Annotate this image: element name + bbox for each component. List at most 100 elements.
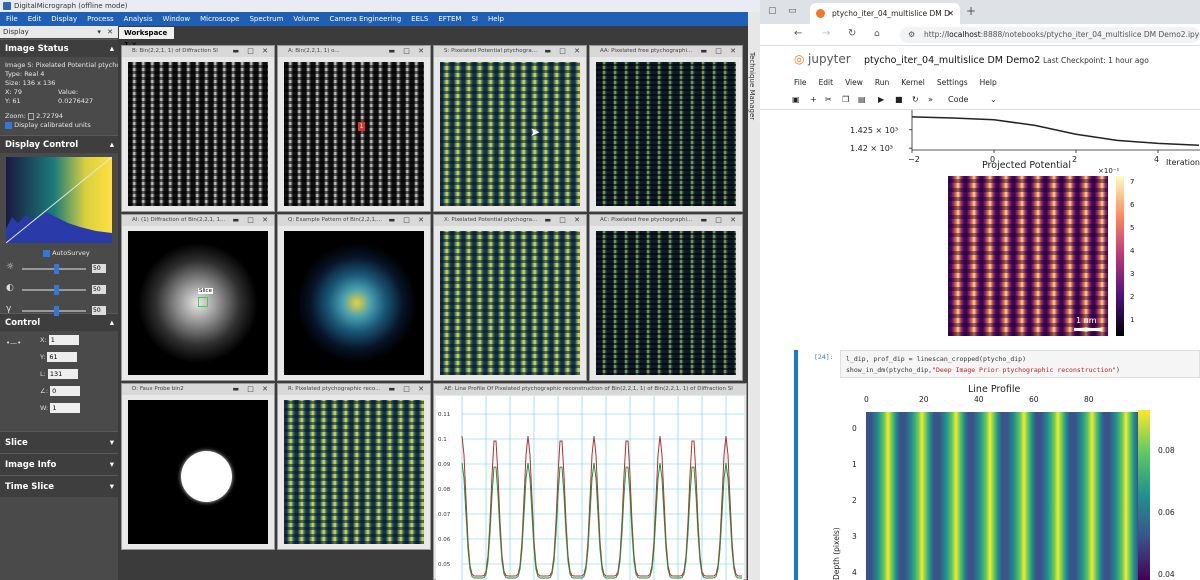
expand-icon[interactable]: ▾ bbox=[110, 432, 114, 454]
image-display[interactable]: 1 bbox=[284, 62, 424, 206]
dm-menu-item[interactable]: Help bbox=[488, 12, 504, 26]
jupyter-menu-item[interactable]: Edit bbox=[819, 76, 834, 90]
window-controls-icon[interactable]: ▬ □ ✕ bbox=[232, 384, 271, 395]
code-cell-input[interactable]: l_dip, prof_dip = linescan_cropped(ptych… bbox=[840, 350, 1200, 378]
browser-tab-active[interactable]: ptycho_iter_04_multislice DM D ✕ bbox=[810, 3, 960, 24]
window-titlebar[interactable]: D: Faux Probe bin2 ▬ □ ✕ bbox=[122, 384, 274, 395]
zoom-spinner-icon[interactable] bbox=[28, 112, 35, 120]
jupyter-menu-item[interactable]: Help bbox=[980, 76, 997, 90]
save-icon[interactable]: ▣ bbox=[792, 90, 800, 110]
image-display[interactable]: ➤ bbox=[440, 62, 580, 206]
address-bar[interactable]: ⚙ http://localhost:8888/notebooks/ptycho… bbox=[900, 27, 1200, 43]
window-controls-icon[interactable]: ▬ □ ✕ bbox=[232, 215, 271, 226]
window-controls-icon[interactable]: ▬ □ ✕ bbox=[544, 46, 583, 57]
slice-heading[interactable]: Slice ▾ bbox=[0, 431, 118, 453]
notebook-name[interactable]: ptycho_iter_04_multislice DM Demo2 bbox=[864, 55, 1040, 66]
jupyter-menu-item[interactable]: Kernel bbox=[901, 76, 925, 90]
jupyter-logo-text[interactable]: jupyter bbox=[808, 52, 851, 66]
image-window-d[interactable]: D: Faux Probe bin2 ▬ □ ✕ bbox=[121, 383, 275, 550]
histogram-plot[interactable] bbox=[6, 157, 112, 243]
window-controls-icon[interactable]: ▬ □ ✕ bbox=[544, 215, 583, 226]
chevron-down-icon[interactable]: ⌄ bbox=[990, 90, 997, 110]
window-controls-icon[interactable]: ▬ □ ✕ bbox=[700, 215, 739, 226]
window-titlebar[interactable]: AA: Pixelated free ptychographi... ▬ □ ✕ bbox=[590, 46, 742, 57]
window-titlebar[interactable]: X: Pixelated Potential ptychogra... ▬ □ ✕ bbox=[434, 215, 586, 226]
contrast-value[interactable]: 50 bbox=[92, 285, 106, 294]
image-window-a[interactable]: A: Bin(2,2,1, 1) o... ▬ □ ✕ 1 bbox=[277, 45, 431, 212]
window-controls-icon[interactable]: ▬ □ ✕ bbox=[232, 46, 271, 57]
image-window-b[interactable]: B: Bin(2,2,1, 1) of Diffraction SI ▬ □ ✕ bbox=[121, 45, 275, 212]
reload-icon[interactable]: ↻ bbox=[848, 28, 856, 39]
stop-icon[interactable]: ■ bbox=[895, 90, 903, 110]
new-tab-icon[interactable]: + bbox=[966, 4, 976, 18]
control-x-field[interactable]: 1 bbox=[48, 335, 79, 345]
dm-menu-item[interactable]: Analysis bbox=[124, 12, 153, 26]
image-info-heading[interactable]: Image Info ▾ bbox=[0, 453, 118, 475]
image-window-aa[interactable]: AA: Pixelated free ptychographi... ▬ □ ✕ bbox=[589, 45, 743, 212]
dm-menu-item[interactable]: File bbox=[6, 12, 18, 26]
image-display[interactable]: Slice bbox=[128, 231, 268, 375]
image-display[interactable] bbox=[284, 231, 424, 375]
cell-type-select[interactable]: Code bbox=[948, 90, 968, 110]
image-window-ac[interactable]: AC: Pixelated free ptychographi... ▬ □ ✕ bbox=[589, 214, 743, 381]
window-controls-icon[interactable]: ▬ □ ✕ bbox=[388, 384, 427, 395]
brightness-value[interactable]: 50 bbox=[92, 264, 106, 273]
image-window-s[interactable]: S: Pixelated Potential ptychogra... ▬ □ ✕… bbox=[433, 45, 587, 212]
tab-search-icon[interactable]: ▭ bbox=[788, 6, 797, 16]
dm-menu-item[interactable]: SI bbox=[471, 12, 478, 26]
dm-menu-item[interactable]: Volume bbox=[293, 12, 319, 26]
window-titlebar[interactable]: B: Bin(2,2,1, 1) of Diffraction SI ▬ □ ✕ bbox=[122, 46, 274, 57]
window-titlebar[interactable]: AE: Line Profile Of Pixelated ptychograp… bbox=[434, 384, 746, 395]
jupyter-menu-item[interactable]: View bbox=[845, 76, 863, 90]
copy-icon[interactable]: ❐ bbox=[842, 90, 849, 110]
time-slice-heading[interactable]: Time Slice ▾ bbox=[0, 475, 118, 497]
window-titlebar[interactable]: AI: (1) Diffraction of Bin(2,2,1, 1... ▬ … bbox=[122, 215, 274, 226]
control-y-field[interactable]: 61 bbox=[47, 352, 78, 362]
window-controls-icon[interactable]: ▬ □ ✕ bbox=[700, 46, 739, 57]
window-titlebar[interactable]: R: Pixelated ptychographic reco... ▬ □ ✕ bbox=[278, 384, 430, 395]
gamma-thumb[interactable] bbox=[54, 306, 59, 316]
calibrated-checkbox[interactable] bbox=[5, 121, 12, 129]
image-display[interactable] bbox=[128, 400, 268, 544]
insert-cell-icon[interactable]: + bbox=[810, 90, 817, 110]
tab-group-icon[interactable]: ▢ bbox=[768, 6, 777, 16]
image-window-q[interactable]: Q: Example Pattern of Bin(2,2,1,... ▬ □ ✕ bbox=[277, 214, 431, 381]
back-icon[interactable]: ← bbox=[794, 28, 802, 39]
image-display[interactable] bbox=[284, 400, 424, 544]
dm-menu-item[interactable]: Process bbox=[87, 12, 114, 26]
image-display[interactable] bbox=[440, 231, 580, 375]
expand-icon[interactable]: ▾ bbox=[110, 454, 114, 476]
image-status-heading[interactable]: Image Status ▴ bbox=[0, 39, 118, 57]
contrast-thumb[interactable] bbox=[54, 285, 59, 295]
run-icon[interactable]: ▶ bbox=[878, 90, 884, 110]
autosurvey-checkbox[interactable] bbox=[43, 249, 50, 257]
window-titlebar[interactable]: A: Bin(2,2,1, 1) o... ▬ □ ✕ bbox=[278, 46, 430, 57]
paste-icon[interactable]: ▤ bbox=[858, 90, 866, 110]
home-icon[interactable]: ⌂ bbox=[874, 29, 880, 39]
dm-menu-item[interactable]: Microscope bbox=[200, 12, 239, 26]
panel-controls-icon[interactable]: ▾ ✕ bbox=[97, 26, 115, 38]
window-titlebar[interactable]: S: Pixelated Potential ptychogra... ▬ □ ✕ bbox=[434, 46, 586, 57]
dm-menu-item[interactable]: Edit bbox=[28, 12, 42, 26]
jupyter-menu-item[interactable]: Run bbox=[875, 76, 889, 90]
expand-icon[interactable]: ▾ bbox=[110, 476, 114, 498]
display-control-heading[interactable]: Display Control ▴ bbox=[0, 135, 118, 153]
image-display[interactable] bbox=[596, 62, 736, 206]
slice-roi[interactable] bbox=[198, 297, 208, 307]
control-l-field[interactable]: 131 bbox=[47, 369, 78, 379]
control-angle-field[interactable]: 0 bbox=[50, 386, 81, 396]
line-profile-plot[interactable]: 0.11 0.1 0.09 0.08 0.07 0.06 0.05 bbox=[436, 396, 744, 580]
image-display[interactable] bbox=[128, 62, 268, 206]
technique-manager-tab[interactable]: Technique Manager bbox=[748, 12, 760, 580]
window-controls-icon[interactable]: ▬ □ ✕ bbox=[388, 215, 427, 226]
window-controls-icon[interactable]: ▬ □ ✕ bbox=[388, 46, 427, 57]
workspace-tab[interactable]: Workspace 1 ✕ bbox=[119, 27, 174, 49]
dm-menu-item[interactable]: EELS bbox=[411, 12, 428, 26]
collapse-icon[interactable]: ▴ bbox=[110, 136, 114, 154]
dm-menu-item[interactable]: Camera Engineering bbox=[329, 12, 401, 26]
control-w-field[interactable]: 1 bbox=[50, 403, 81, 413]
collapse-icon[interactable]: ▴ bbox=[110, 40, 114, 58]
fast-forward-icon[interactable]: » bbox=[928, 90, 933, 110]
window-titlebar[interactable]: AC: Pixelated free ptychographi... ▬ □ ✕ bbox=[590, 215, 742, 226]
dm-menu-item[interactable]: EFTEM bbox=[438, 12, 461, 26]
